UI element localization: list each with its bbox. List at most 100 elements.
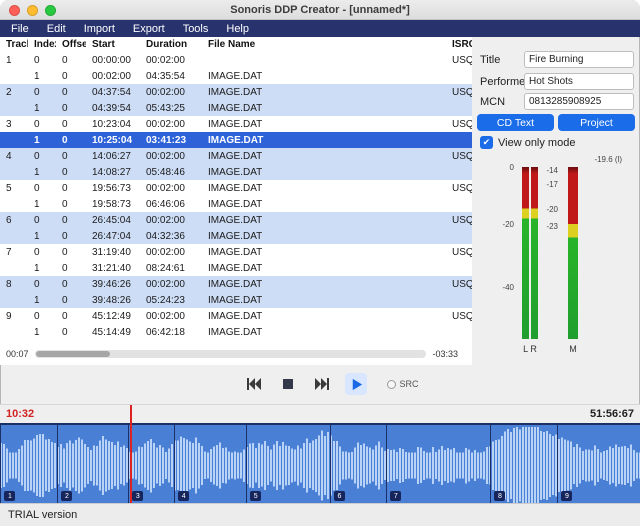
column-header[interactable]: Offset — [56, 39, 86, 50]
table-cell: 0 — [56, 263, 86, 274]
skip-forward-icon — [314, 376, 330, 392]
table-cell: 03:41:23 — [140, 135, 202, 146]
column-header[interactable]: File Name — [202, 39, 446, 50]
menu-file[interactable]: File — [2, 20, 38, 37]
minimize-button[interactable] — [27, 5, 38, 16]
table-cell: 1 — [28, 231, 56, 242]
table-cell: IMAGE.DAT — [202, 151, 446, 162]
menu-tools[interactable]: Tools — [174, 20, 218, 37]
table-cell: 0 — [28, 247, 56, 258]
table-row[interactable]: 1045:14:4906:42:18IMAGE.DAT — [0, 324, 472, 340]
scrollbar-thumb[interactable] — [36, 351, 110, 357]
table-cell: 1 — [0, 55, 28, 66]
table-cell: USQ — [446, 55, 472, 66]
table-row[interactable]: 20004:37:5400:02:00IMAGE.DATUSQ — [0, 84, 472, 100]
waveform[interactable]: 123456789 — [0, 423, 640, 504]
playhead[interactable] — [130, 405, 132, 504]
table-cell: 0 — [28, 183, 56, 194]
table-cell: 14:06:27 — [86, 151, 140, 162]
menu-export[interactable]: Export — [124, 20, 174, 37]
view-only-checkbox[interactable]: ✔ — [480, 136, 493, 149]
column-header[interactable]: ISRC — [446, 39, 472, 50]
table-cell: IMAGE.DAT — [202, 167, 446, 178]
table-cell: 04:39:54 — [86, 103, 140, 114]
play-button[interactable] — [345, 373, 367, 395]
meter-tick: -14 — [546, 166, 558, 175]
table-cell: 0 — [28, 55, 56, 66]
column-header[interactable]: Index — [28, 39, 56, 50]
cd-text-button[interactable]: CD Text — [477, 114, 554, 131]
table-row[interactable]: 10000:00:0000:02:00USQ — [0, 52, 472, 68]
table-cell: IMAGE.DAT — [202, 103, 446, 114]
table-cell: USQ — [446, 119, 472, 130]
table-row[interactable]: 1010:25:0403:41:23IMAGE.DAT — [0, 132, 472, 148]
waveform-section: 10:32 51:56:67 123456789 — [0, 404, 640, 503]
table-row[interactable]: 80039:46:2600:02:00IMAGE.DATUSQ — [0, 276, 472, 292]
table-row[interactable]: 30010:23:0400:02:00IMAGE.DATUSQ — [0, 116, 472, 132]
meter-tick: -20 — [546, 205, 558, 214]
scrollbar-track[interactable] — [35, 350, 427, 358]
table-cell: 1 — [28, 327, 56, 338]
meter-tick: 0 — [510, 163, 514, 172]
close-button[interactable] — [9, 5, 20, 16]
table-cell: 6 — [0, 215, 28, 226]
performer-field[interactable] — [524, 73, 634, 90]
table-cell: 39:48:26 — [86, 295, 140, 306]
table-header: TrackIndexOffsetStartDurationFile NameIS… — [0, 37, 472, 52]
table-cell: USQ — [446, 87, 472, 98]
table-cell: 1 — [28, 295, 56, 306]
playhead-time: 10:32 — [6, 408, 34, 420]
table-cell: 4 — [0, 151, 28, 162]
table-cell: USQ — [446, 215, 472, 226]
table-row[interactable]: 40014:06:2700:02:00IMAGE.DATUSQ — [0, 148, 472, 164]
table-cell: 0 — [28, 151, 56, 162]
table-row[interactable]: 1004:39:5405:43:25IMAGE.DAT — [0, 100, 472, 116]
table-row[interactable]: 1026:47:0404:32:36IMAGE.DAT — [0, 228, 472, 244]
track-boundary — [330, 425, 331, 504]
table-cell: 0 — [28, 215, 56, 226]
elapsed-time: 00:07 — [0, 349, 35, 359]
audio-scrollbar-row: 00:07 -03:33 — [0, 347, 464, 361]
table-cell: 0 — [56, 199, 86, 210]
track-marker: 2 — [61, 491, 72, 501]
table-cell: 00:02:00 — [140, 151, 202, 162]
table-row[interactable]: 60026:45:0400:02:00IMAGE.DATUSQ — [0, 212, 472, 228]
title-field[interactable] — [524, 51, 634, 68]
table-body: 10000:00:0000:02:00USQ1000:02:0004:35:54… — [0, 52, 472, 340]
track-marker: 6 — [334, 491, 345, 501]
column-header[interactable]: Start — [86, 39, 140, 50]
table-row[interactable]: 1031:21:4008:24:61IMAGE.DAT — [0, 260, 472, 276]
table-cell: 05:24:23 — [140, 295, 202, 306]
menu-help[interactable]: Help — [217, 20, 258, 37]
menu-import[interactable]: Import — [75, 20, 124, 37]
skip-back-icon — [246, 376, 262, 392]
src-led[interactable] — [387, 380, 396, 389]
skip-forward-button[interactable] — [311, 373, 333, 395]
cd-info-panel: Title Performer MCN CD Text Project ✔ Vi… — [472, 37, 640, 365]
table-cell: 00:02:00 — [140, 87, 202, 98]
column-header[interactable]: Duration — [140, 39, 202, 50]
table-row[interactable]: 90045:12:4900:02:00IMAGE.DATUSQ — [0, 308, 472, 324]
table-cell: 00:00:00 — [86, 55, 140, 66]
table-row[interactable]: 1000:02:0004:35:54IMAGE.DAT — [0, 68, 472, 84]
skip-back-button[interactable] — [243, 373, 265, 395]
table-row[interactable]: 70031:19:4000:02:00IMAGE.DATUSQ — [0, 244, 472, 260]
project-button[interactable]: Project — [558, 114, 635, 131]
table-row[interactable]: 50019:56:7300:02:00IMAGE.DATUSQ — [0, 180, 472, 196]
table-cell: 04:35:54 — [140, 71, 202, 82]
table-row[interactable]: 1039:48:2605:24:23IMAGE.DAT — [0, 292, 472, 308]
table-cell: 0 — [56, 247, 86, 258]
zoom-button[interactable] — [45, 5, 56, 16]
table-cell: 1 — [28, 263, 56, 274]
track-marker: 4 — [178, 491, 189, 501]
menu-edit[interactable]: Edit — [38, 20, 75, 37]
table-row[interactable]: 1014:08:2705:48:46IMAGE.DAT — [0, 164, 472, 180]
column-header[interactable]: Track — [0, 39, 28, 50]
table-cell: 0 — [56, 151, 86, 162]
table-cell: 10:23:04 — [86, 119, 140, 130]
stop-button[interactable] — [277, 373, 299, 395]
table-row[interactable]: 1019:58:7306:46:06IMAGE.DAT — [0, 196, 472, 212]
window-title: Sonoris DDP Creator - [unnamed*] — [0, 4, 640, 16]
mcn-field[interactable] — [524, 93, 634, 110]
table-cell: IMAGE.DAT — [202, 71, 446, 82]
